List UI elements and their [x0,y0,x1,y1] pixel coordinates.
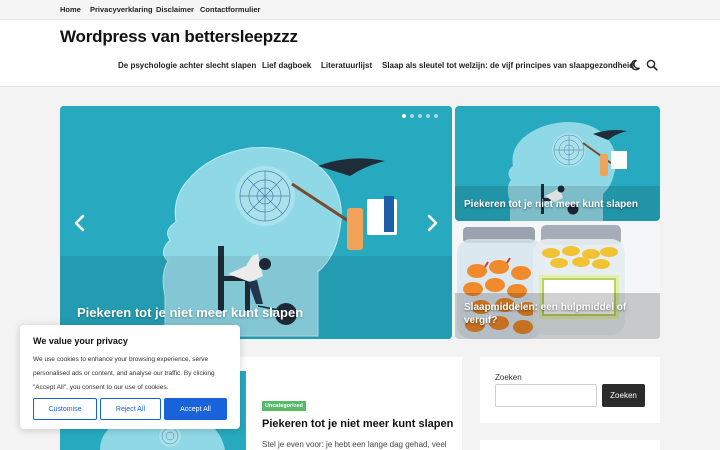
cookie-title: We value your privacy [33,336,128,346]
slider-dot-1[interactable] [402,114,406,118]
nav-item-slaapgezondheid[interactable]: Slaap als sleutel tot welzijn: de vijf p… [382,61,634,70]
site-header: Wordpress van bettersleepzzz De psycholo… [0,20,720,87]
search-button[interactable]: Zoeken [602,384,645,407]
topbar-link-disclaimer[interactable]: Disclaimer [156,5,194,14]
site-title[interactable]: Wordpress van bettersleepzzz [60,27,298,47]
search-icon[interactable] [646,59,658,71]
slider-dot-5[interactable] [434,114,438,118]
slider-dot-3[interactable] [418,114,422,118]
accept-all-button[interactable]: Accept All [164,398,227,420]
side-card-1[interactable]: Piekeren tot je niet meer kunt slapen [455,106,660,221]
chevron-left-icon[interactable] [72,213,88,233]
cookie-consent-banner: We value your privacy We use cookies to … [20,325,240,429]
topbar-link-privacy[interactable]: Privacyverklaring [90,5,153,14]
slider-dot-4[interactable] [426,114,430,118]
nav-item-dagboek[interactable]: Lief dagboek [262,61,311,70]
side-card-1-title[interactable]: Piekeren tot je niet meer kunt slapen [464,198,638,211]
cookie-text: We use cookies to enhance your browsing … [33,356,215,391]
post-title[interactable]: Piekeren tot je niet meer kunt slapen [262,418,453,430]
side-card-2-title[interactable]: Slaapmiddelen: een hulpmiddel of vergif? [464,301,644,327]
reject-all-button[interactable]: Reject All [100,398,161,420]
sidebar-widget-2 [480,440,660,450]
category-badge[interactable]: Uncategorized [262,401,306,411]
hero-slider[interactable]: Piekeren tot je niet meer kunt slapen [60,106,452,339]
search-input[interactable] [495,384,597,407]
topbar-link-home[interactable]: Home [60,5,81,14]
customise-button[interactable]: Customise [33,398,97,420]
search-label: Zoeken [495,373,522,382]
top-bar: Home Privacyverklaring Disclaimer Contac… [0,0,720,20]
side-card-2[interactable]: Slaapmiddelen: een hulpmiddel of vergif? [455,223,660,339]
topbar-link-contact[interactable]: Contactformulier [200,5,260,14]
slider-dot-2[interactable] [410,114,414,118]
nav-item-psychologie[interactable]: De psychologie achter slecht slapen [118,61,256,70]
post-excerpt: Stel je even voor: je hebt een lange dag… [262,440,447,449]
dark-mode-moon-icon[interactable] [629,59,641,71]
chevron-right-icon[interactable] [424,213,440,233]
nav-item-literatuurlijst[interactable]: Literatuurlijst [321,61,372,70]
hero-title[interactable]: Piekeren tot je niet meer kunt slapen [77,305,303,320]
